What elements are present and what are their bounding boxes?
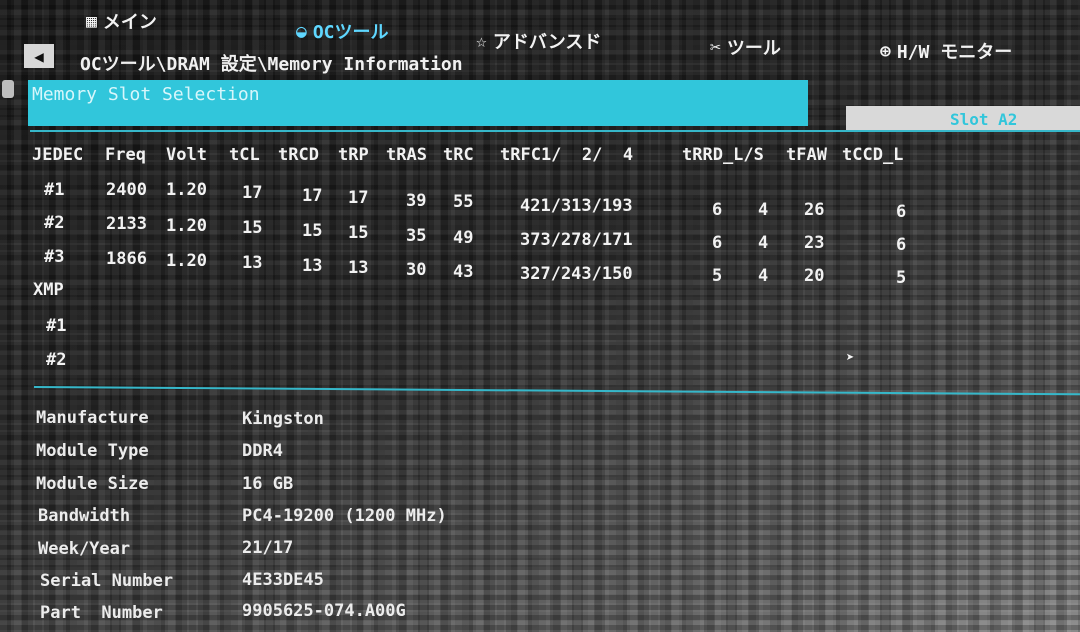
cell-trcd: 17 bbox=[302, 186, 323, 206]
nav-main[interactable]: ▦ メイン bbox=[86, 8, 157, 34]
info-label-manufacture: Manufacture bbox=[36, 408, 149, 428]
divider-middle bbox=[33, 386, 1080, 396]
info-value-serial-number: 4E33DE45 bbox=[242, 570, 324, 590]
nav-oc-label: OCツール bbox=[312, 22, 389, 43]
cell-trrd-s: 4 bbox=[758, 233, 769, 253]
cell-trc: 55 bbox=[453, 192, 474, 212]
info-value-bandwidth: PC4-19200 (1200 MHz) bbox=[242, 506, 447, 526]
nav-tool[interactable]: ✂ ツール bbox=[710, 34, 781, 60]
cell-tcl: 17 bbox=[242, 183, 263, 203]
cell-tcl: 13 bbox=[242, 253, 263, 273]
info-value-module-type: DDR4 bbox=[242, 441, 283, 461]
header-trc: tRC bbox=[443, 145, 474, 165]
xmp-row: #2 bbox=[46, 350, 67, 370]
nav-hw-monitor[interactable]: ⊕ H/W モニター bbox=[880, 38, 1012, 64]
header-volt: Volt bbox=[166, 145, 207, 165]
monitor-icon: ⊕ bbox=[880, 40, 891, 62]
cell-trfc: 421/313/193 bbox=[520, 196, 633, 216]
cell-volt: 1.20 bbox=[166, 180, 207, 200]
cell-tras: 39 bbox=[406, 191, 427, 211]
header-tras: tRAS bbox=[386, 145, 427, 165]
cell-trp: 15 bbox=[348, 223, 369, 243]
cell-trfc: 327/243/150 bbox=[520, 264, 633, 284]
header-jedec: JEDEC bbox=[32, 145, 84, 165]
nav-tool-label: ツール bbox=[726, 38, 781, 59]
cell-trrd-l: 5 bbox=[712, 266, 723, 286]
back-button[interactable]: ◀ bbox=[24, 44, 54, 68]
cell-freq: 1866 bbox=[106, 249, 147, 269]
star-icon: ☆ bbox=[476, 30, 487, 52]
header-trp: tRP bbox=[338, 145, 369, 165]
header-tccd: tCCD_L bbox=[842, 145, 904, 165]
header-trfc: tRFC1/ 2/ 4 bbox=[500, 145, 634, 165]
info-value-week-year: 21/17 bbox=[242, 538, 294, 558]
grid-icon: ▦ bbox=[86, 10, 97, 32]
cell-freq: 2400 bbox=[106, 180, 147, 200]
info-label-week-year: Week/Year bbox=[38, 539, 131, 559]
cell-trcd: 13 bbox=[302, 256, 323, 276]
slot-select-value: Slot A2 bbox=[950, 110, 1018, 129]
info-label-module-size: Module Size bbox=[36, 474, 149, 494]
cell-tccd: 5 bbox=[896, 268, 907, 288]
cell-trp: 13 bbox=[348, 258, 369, 278]
info-label-bandwidth: Bandwidth bbox=[38, 506, 131, 526]
cell-tras: 35 bbox=[406, 226, 427, 246]
xmp-label: XMP bbox=[33, 280, 64, 300]
cell-trc: 49 bbox=[453, 228, 474, 248]
cell-trrd-s: 4 bbox=[758, 266, 769, 286]
cell-trrd-l: 6 bbox=[712, 200, 723, 220]
header-tfaw: tFAW bbox=[786, 145, 827, 165]
header-freq: Freq bbox=[105, 145, 146, 165]
nav-advanced-label: アドバンスド bbox=[492, 32, 602, 53]
cell-tfaw: 26 bbox=[804, 200, 825, 220]
header-trrd: tRRD_L/S bbox=[682, 145, 764, 165]
cell-tccd: 6 bbox=[896, 202, 907, 222]
cell-trrd-l: 6 bbox=[712, 233, 723, 253]
nav-oc-tool[interactable]: ◒ OCツール bbox=[296, 18, 389, 44]
info-label-part-number: Part Number bbox=[40, 603, 163, 623]
cell-tccd: 6 bbox=[896, 235, 907, 255]
scroll-indicator bbox=[2, 80, 14, 98]
cell-freq: 2133 bbox=[106, 214, 147, 234]
nav-advanced[interactable]: ☆ アドバンスド bbox=[476, 28, 601, 54]
arrow-left-icon: ◀ bbox=[34, 46, 44, 66]
mouse-cursor-icon: ➤ bbox=[846, 350, 855, 366]
header-tcl: tCL bbox=[229, 145, 260, 165]
cell-tfaw: 23 bbox=[804, 233, 825, 253]
breadcrumb: OCツール\DRAM 設定\Memory Information bbox=[80, 54, 463, 75]
oc-gauge-icon: ◒ bbox=[296, 20, 307, 42]
info-label-module-type: Module Type bbox=[36, 441, 149, 461]
info-label-serial-number: Serial Number bbox=[40, 571, 174, 591]
info-value-module-size: 16 GB bbox=[242, 474, 294, 494]
row-id: #3 bbox=[44, 247, 65, 267]
row-id: #1 bbox=[44, 180, 65, 200]
cell-trc: 43 bbox=[453, 262, 474, 282]
divider-top bbox=[30, 130, 1080, 132]
nav-main-label: メイン bbox=[102, 12, 157, 33]
xmp-row: #1 bbox=[46, 316, 67, 336]
cell-trp: 17 bbox=[348, 188, 369, 208]
cell-volt: 1.20 bbox=[166, 251, 207, 271]
header-trcd: tRCD bbox=[278, 145, 319, 165]
wrench-icon: ✂ bbox=[710, 36, 721, 58]
info-value-manufacture: Kingston bbox=[242, 409, 324, 429]
cell-trrd-s: 4 bbox=[758, 200, 769, 220]
row-id: #2 bbox=[44, 213, 65, 233]
cell-trfc: 373/278/171 bbox=[520, 230, 633, 250]
info-value-part-number: 9905625-074.A00G bbox=[242, 601, 406, 621]
memory-slot-selection-label: Memory Slot Selection bbox=[32, 84, 260, 105]
cell-tras: 30 bbox=[406, 260, 427, 280]
cell-tcl: 15 bbox=[242, 218, 263, 238]
cell-volt: 1.20 bbox=[166, 216, 207, 236]
cell-trcd: 15 bbox=[302, 221, 323, 241]
nav-hw-label: H/W モニター bbox=[896, 42, 1013, 63]
cell-tfaw: 20 bbox=[804, 266, 825, 286]
